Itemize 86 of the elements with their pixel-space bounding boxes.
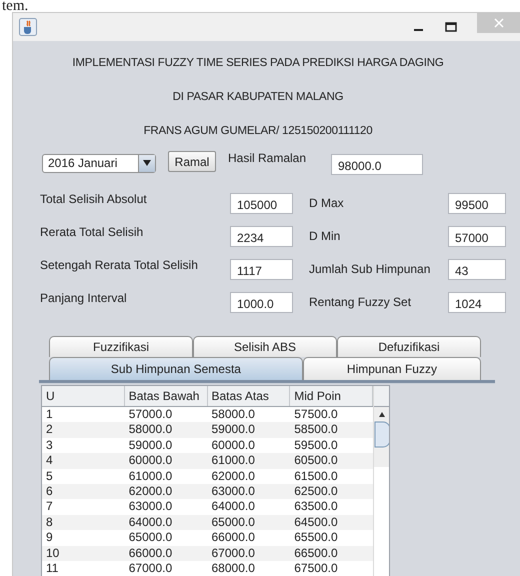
table-cell-text: 3	[45, 438, 54, 454]
table-cell-text: 63000.0	[128, 499, 174, 515]
field-label: Jumlah Sub Himpunan	[308, 262, 432, 276]
heading-text: IMPLEMENTASI FUZZY TIME SERIES PADA PREDIKSI HARGA DAGING	[72, 56, 445, 71]
table-cell-text: 57000.0	[128, 407, 174, 422]
field-label: Panjang Interval	[40, 291, 128, 307]
field-label: D Max	[308, 196, 345, 210]
maximize-icon[interactable]	[445, 21, 457, 33]
table-row[interactable]: 6 62000.0 63000.0 62500.0	[42, 484, 373, 500]
table-cell-text: 65000.0	[128, 530, 174, 546]
table-cell-text: 58000.0	[210, 407, 256, 422]
value-field[interactable]: 99500	[448, 192, 506, 214]
period-dropdown[interactable]: 2016 Januari	[42, 154, 156, 172]
heading-text: DI PASAR KABUPATEN MALANG	[172, 90, 344, 105]
table-cell-text: 68000.0	[210, 560, 256, 576]
value-field[interactable]: 1024	[448, 292, 506, 312]
table-cell-text: 62000.0	[128, 484, 174, 500]
table-cell-text: 63000.0	[210, 484, 256, 500]
table-cell-text: 66000.0	[128, 546, 174, 561]
tab[interactable]: Fuzzifikasi	[49, 336, 193, 357]
field-label: Setengah Rerata Total Selisih	[40, 258, 199, 274]
table-cell-text: 6	[45, 484, 54, 500]
document-text: tem.	[1, 0, 28, 12]
table-cell-text: 67000.0	[210, 546, 256, 561]
table-cell-text: 61000.0	[210, 453, 256, 469]
column-header[interactable]: Batas Atas	[208, 386, 290, 406]
table-cell-text: 58500.0	[293, 422, 339, 438]
value-field[interactable]: 2234	[230, 226, 293, 246]
value-field[interactable]: 1117	[230, 258, 293, 280]
table-cell-text: 60000.0	[128, 453, 174, 469]
column-header[interactable]: U	[42, 386, 125, 406]
field-label: Rentang Fuzzy Set	[308, 295, 412, 309]
table-cell-text: 8	[45, 514, 54, 530]
table-row[interactable]: 10 66000.0 67000.0 66500.0	[42, 546, 373, 561]
table-cell-text: 65000.0	[210, 514, 256, 530]
table-cell-text: 60000.0	[210, 438, 256, 454]
field-label: Hasil Ramalan	[228, 151, 308, 165]
table-cell-text: 59000.0	[128, 438, 174, 454]
column-header[interactable]: Batas Bawah	[124, 386, 208, 406]
table-cell-text: 1	[45, 407, 54, 422]
value-field[interactable]: 105000	[230, 192, 293, 214]
value-field[interactable]: 43	[448, 258, 506, 280]
table-cell-text: 58000.0	[128, 422, 174, 438]
table-row[interactable]: 8 64000.0 65000.0 64500.0	[42, 514, 373, 530]
table-cell-text: 64000.0	[210, 499, 256, 515]
table-cell-text: 59000.0	[210, 422, 256, 438]
table-cell-text: 11	[45, 560, 60, 576]
heading-text: FRANS AGUM GUMELAR/ 125150200111120	[144, 124, 374, 139]
value-field[interactable]: 1000.0	[230, 292, 293, 312]
table-cell-text: 63500.0	[293, 499, 339, 515]
table-cell-text: 62000.0	[210, 468, 256, 484]
field-label: Rerata Total Selisih	[40, 225, 144, 241]
coffee-cup-icon	[19, 18, 37, 36]
value-field[interactable]: 57000	[448, 226, 506, 246]
table-cell-text: 66000.0	[210, 530, 256, 546]
caret-icon[interactable]	[143, 160, 151, 166]
table-cell-text: 10	[45, 546, 60, 561]
tab[interactable]: Defuzifikasi	[337, 336, 481, 357]
table-cell-text: 5	[45, 468, 54, 484]
table-cell-text: 66500.0	[293, 546, 339, 561]
table-cell-text: 67000.0	[128, 560, 174, 576]
table-cell-text: 60500.0	[293, 453, 339, 469]
field-label: Total Selisih Absolut	[40, 192, 148, 208]
table-cell-text: 57500.0	[293, 407, 339, 422]
table-row[interactable]: 2 58000.0 59000.0 58500.0	[42, 422, 373, 438]
tab[interactable]: Himpunan Fuzzy	[302, 357, 481, 380]
column-header[interactable]: Mid Poin	[290, 386, 373, 406]
table-cell-text: 4	[45, 453, 54, 469]
table-cell-text: 62500.0	[293, 484, 339, 500]
tab[interactable]: Selisih ABS	[193, 336, 337, 357]
table-cell-text: 64500.0	[293, 514, 339, 530]
table-cell-text: 67500.0	[293, 560, 339, 576]
table-cell-text: 61500.0	[293, 468, 339, 484]
table-cell-text: 59500.0	[293, 438, 339, 454]
table-cell-text: 65500.0	[293, 530, 339, 546]
tab[interactable]: Sub Himpunan Semesta	[49, 357, 303, 380]
table-cell-text: 7	[45, 499, 54, 515]
table-cell-text: 2	[45, 422, 54, 438]
field-label: D Min	[308, 229, 342, 243]
result-field[interactable]: 98000.0	[331, 154, 423, 175]
table-cell-text: 9	[45, 530, 54, 546]
table-cell-text: 64000.0	[128, 514, 174, 530]
table-cell-text: 61000.0	[128, 468, 174, 484]
scrollbar[interactable]	[374, 407, 389, 467]
ramal-button[interactable]: Ramal	[168, 151, 216, 172]
table-row[interactable]: 4 60000.0 61000.0 60500.0	[42, 453, 373, 469]
